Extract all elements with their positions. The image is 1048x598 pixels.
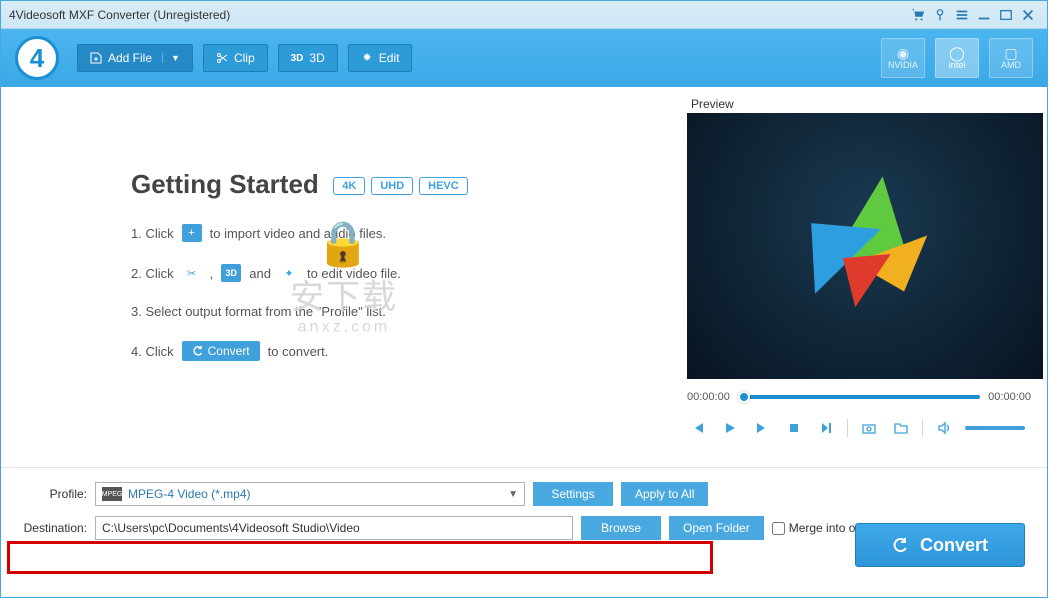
preview-logo <box>790 171 940 321</box>
destination-input[interactable] <box>95 516 573 540</box>
refresh-icon <box>192 345 204 357</box>
format-icon: MPEG <box>102 487 122 501</box>
convert-inline-button: Convert <box>182 341 260 361</box>
preview-panel: Preview 00:00:00 00:00:00 <box>687 87 1047 467</box>
profile-label: Profile: <box>19 487 87 501</box>
volume-slider[interactable] <box>965 426 1025 430</box>
main-area: 🔒 安下载 anxz.com Getting Started 4K UHD HE… <box>1 87 1047 467</box>
clip-label: Clip <box>234 51 255 65</box>
step-button[interactable] <box>815 419 837 437</box>
preview-screen[interactable] <box>687 113 1043 379</box>
nvidia-icon: ◉ <box>897 46 909 60</box>
menu-icon[interactable] <box>951 5 973 25</box>
seek-slider[interactable] <box>738 395 980 399</box>
add-file-button[interactable]: Add File ▼ <box>77 44 193 72</box>
3d-label: 3D <box>309 51 324 65</box>
3d-inline-icon: 3D <box>221 264 241 282</box>
play-button[interactable] <box>719 419 741 437</box>
step-1: 1. Click + to import video and audio fil… <box>131 224 657 242</box>
add-file-label: Add File <box>108 51 152 65</box>
open-folder-button[interactable]: Open Folder <box>669 516 764 540</box>
profile-row: Profile: MPEG MPEG-4 Video (*.mp4) ▼ Set… <box>19 482 1029 506</box>
next-button[interactable] <box>751 419 773 437</box>
amd-icon: ▢ <box>1004 46 1017 60</box>
clip-button[interactable]: Clip <box>203 44 268 72</box>
close-icon[interactable] <box>1017 5 1039 25</box>
settings-button[interactable]: Settings <box>533 482 613 506</box>
key-icon[interactable] <box>929 5 951 25</box>
toolbar: 4 Add File ▼ Clip 3D 3D Edit ◉NVIDIA ◯in… <box>1 29 1047 87</box>
add-file-icon <box>90 52 102 64</box>
convert-button[interactable]: Convert <box>855 523 1025 567</box>
format-badges: 4K UHD HEVC <box>333 177 467 195</box>
player-controls <box>687 419 1031 437</box>
refresh-icon <box>892 536 910 554</box>
edit-icon <box>361 52 373 64</box>
badge-hevc: HEVC <box>419 177 468 195</box>
open-snapshot-folder-button[interactable] <box>890 419 912 437</box>
stop-button[interactable] <box>783 419 805 437</box>
cart-icon[interactable] <box>907 5 929 25</box>
intel-chip[interactable]: ◯intel <box>935 38 979 78</box>
volume-icon[interactable] <box>933 419 955 437</box>
edit-label: Edit <box>379 51 400 65</box>
profile-select[interactable]: MPEG MPEG-4 Video (*.mp4) ▼ <box>95 482 525 506</box>
badge-uhd: UHD <box>371 177 413 195</box>
app-logo: 4 <box>15 36 59 80</box>
add-file-inline-icon: + <box>182 224 202 242</box>
chevron-down-icon: ▼ <box>508 489 518 500</box>
add-file-dropdown-icon[interactable]: ▼ <box>162 53 180 63</box>
scissors-inline-icon: ✂ <box>182 264 202 282</box>
scissors-icon <box>216 52 228 64</box>
getting-started-panel: 🔒 安下载 anxz.com Getting Started 4K UHD HE… <box>1 87 687 467</box>
convert-label: Convert <box>920 535 988 556</box>
highlight-box <box>7 541 713 574</box>
badge-4k: 4K <box>333 177 365 195</box>
step-2: 2. Click ✂ , 3D and ✦ to edit video file… <box>131 264 657 282</box>
maximize-icon[interactable] <box>995 5 1017 25</box>
time-bar: 00:00:00 00:00:00 <box>687 391 1031 403</box>
seek-thumb[interactable] <box>738 391 750 403</box>
snapshot-button[interactable] <box>858 419 880 437</box>
apply-to-all-button[interactable]: Apply to All <box>621 482 708 506</box>
step-3: 3. Select output format from the "Profil… <box>131 304 657 319</box>
nvidia-chip[interactable]: ◉NVIDIA <box>881 38 925 78</box>
3d-icon: 3D <box>291 53 304 64</box>
browse-button[interactable]: Browse <box>581 516 661 540</box>
getting-started-title: Getting Started <box>131 169 319 200</box>
minimize-icon[interactable] <box>973 5 995 25</box>
profile-value: MPEG-4 Video (*.mp4) <box>128 487 251 501</box>
merge-checkbox[interactable] <box>772 522 785 535</box>
titlebar: 4Videosoft MXF Converter (Unregistered) <box>1 1 1047 29</box>
edit-button[interactable]: Edit <box>348 44 413 72</box>
preview-label: Preview <box>687 97 1031 111</box>
time-total: 00:00:00 <box>988 391 1031 403</box>
window-title: 4Videosoft MXF Converter (Unregistered) <box>9 8 230 22</box>
prev-button[interactable] <box>687 419 709 437</box>
3d-button[interactable]: 3D 3D <box>278 44 338 72</box>
amd-chip[interactable]: ▢AMD <box>989 38 1033 78</box>
step-4: 4. Click Convert to convert. <box>131 341 657 361</box>
time-current: 00:00:00 <box>687 391 730 403</box>
intel-icon: ◯ <box>949 46 965 60</box>
edit-inline-icon: ✦ <box>279 264 299 282</box>
destination-label: Destination: <box>19 521 87 535</box>
